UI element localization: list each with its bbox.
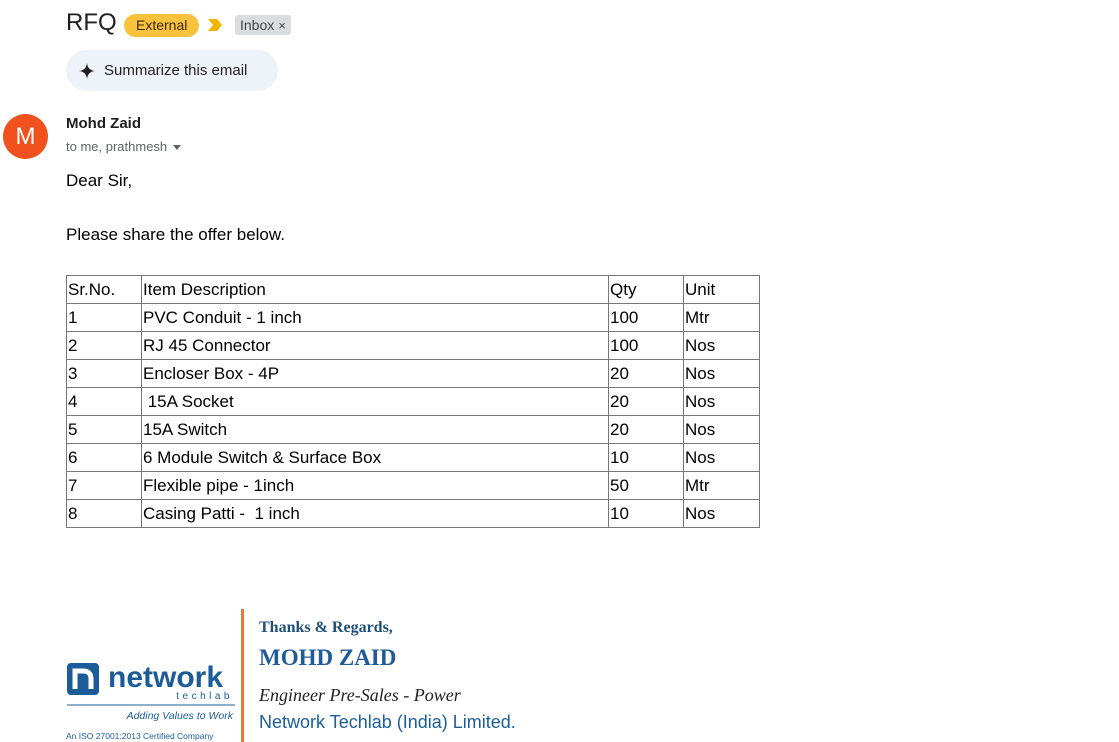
table-cell: Nos xyxy=(683,359,760,388)
recipients-text: to me, prathmesh xyxy=(66,139,168,154)
signature-title: Engineer Pre-Sales - Power xyxy=(259,685,461,705)
table-cell: 4 xyxy=(66,387,142,416)
table-row: 8 Casing Patti - 1 inch 10 Nos xyxy=(66,499,760,528)
external-label-badge: External xyxy=(124,14,200,37)
table-cell: 2 xyxy=(66,331,142,360)
inbox-label-chip: Inbox × xyxy=(235,15,291,35)
table-cell: 20 xyxy=(608,415,684,444)
table-cell: Nos xyxy=(683,499,760,528)
table-cell: 50 xyxy=(608,471,684,500)
remove-label-icon[interactable]: × xyxy=(278,18,286,33)
table-cell: 20 xyxy=(608,359,684,388)
table-cell: RJ 45 Connector xyxy=(141,331,609,360)
summarize-label: Summarize this email xyxy=(104,62,248,79)
table-cell: Nos xyxy=(683,443,760,472)
company-logo: network techlab Adding Values to Work An… xyxy=(66,661,235,741)
table-cell: PVC Conduit - 1 inch xyxy=(141,303,609,332)
table-cell: Mtr xyxy=(683,471,760,500)
table-cell: Nos xyxy=(683,415,760,444)
importance-marker-icon[interactable] xyxy=(207,18,223,32)
inbox-label-text: Inbox xyxy=(240,17,275,33)
table-cell: 20 xyxy=(608,387,684,416)
header-cell: Sr.No. xyxy=(66,275,142,304)
table-cell: Encloser Box - 4P xyxy=(141,359,609,388)
table-cell: 15A Socket xyxy=(141,387,609,416)
table-cell: 8 xyxy=(66,499,142,528)
signature-regards: Thanks & Regards, xyxy=(259,619,393,636)
table-cell: 100 xyxy=(608,303,684,332)
table-cell: 10 xyxy=(608,499,684,528)
logo-wordmark: network xyxy=(108,661,223,694)
header-cell: Unit xyxy=(683,275,760,304)
table-cell: 6 xyxy=(66,443,142,472)
sender-name[interactable]: Mohd Zaid xyxy=(66,115,141,132)
table-row: 3 Encloser Box - 4P 20 Nos xyxy=(66,359,760,388)
table-cell: Casing Patti - 1 inch xyxy=(141,499,609,528)
email-subject: RFQ xyxy=(66,9,117,36)
table-row: 1 PVC Conduit - 1 inch 100 Mtr xyxy=(66,303,760,332)
table-row: 6 6 Module Switch & Surface Box 10 Nos xyxy=(66,443,760,472)
sender-avatar[interactable]: M xyxy=(3,114,48,159)
table-row: 7 Flexible pipe - 1inch 50 Mtr xyxy=(66,471,760,500)
table-cell: Flexible pipe - 1inch xyxy=(141,471,609,500)
table-row: 5 15A Switch 20 Nos xyxy=(66,415,760,444)
signature-divider xyxy=(241,609,244,742)
table-cell: Mtr xyxy=(683,303,760,332)
table-cell: 1 xyxy=(66,303,142,332)
chevron-down-icon xyxy=(173,145,182,151)
table-cell: 10 xyxy=(608,443,684,472)
request-text: Please share the offer below. xyxy=(66,225,285,244)
summarize-email-button[interactable]: Summarize this email xyxy=(66,50,278,91)
table-row: 4 15A Socket 20 Nos xyxy=(66,387,760,416)
logo-tagline: Adding Values to Work xyxy=(126,710,234,722)
table-cell: 3 xyxy=(66,359,142,388)
signature-company: Network Techlab (India) Limited. xyxy=(259,712,516,732)
table-row: 2 RJ 45 Connector 100 Nos xyxy=(66,331,760,360)
logo-certification: An ISO 27001:2013 Certified Company xyxy=(66,731,214,741)
table-cell: 100 xyxy=(608,331,684,360)
rfq-items-table: Sr.No. Item Description Qty Unit 1 PVC C… xyxy=(66,275,760,528)
table-cell: 15A Switch xyxy=(141,415,609,444)
recipients-dropdown[interactable]: to me, prathmesh xyxy=(66,139,182,154)
table-cell: Nos xyxy=(683,331,760,360)
table-cell: 6 Module Switch & Surface Box xyxy=(141,443,609,472)
logo-subword: techlab xyxy=(176,691,233,702)
table-cell: Nos xyxy=(683,387,760,416)
signature-name: MOHD ZAID xyxy=(259,645,397,670)
table-header-row: Sr.No. Item Description Qty Unit xyxy=(66,275,760,304)
header-cell: Item Description xyxy=(141,275,609,304)
header-cell: Qty xyxy=(608,275,684,304)
table-cell: 5 xyxy=(66,415,142,444)
sparkle-icon xyxy=(79,62,95,79)
table-cell: 7 xyxy=(66,471,142,500)
greeting-text: Dear Sir, xyxy=(66,171,133,190)
